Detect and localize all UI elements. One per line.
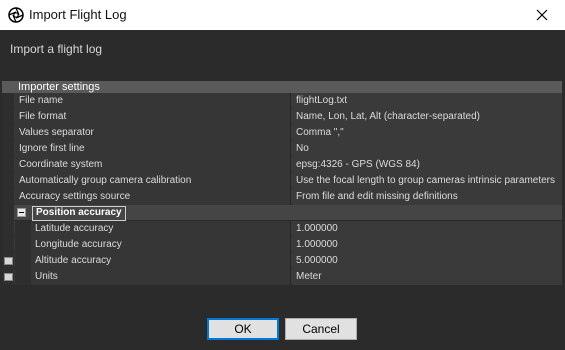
setting-name: Values separator [15, 125, 291, 141]
grid-header: Importer settings [2, 81, 562, 93]
setting-value[interactable]: No [292, 141, 562, 157]
window-title: Import Flight Log [29, 7, 127, 22]
setting-name: File name [15, 93, 291, 109]
setting-name: Longitude accuracy [31, 237, 291, 253]
setting-row-values-separator[interactable]: Values separator Comma "," [2, 125, 562, 141]
setting-row-accuracy-source[interactable]: Accuracy settings source From file and e… [2, 189, 562, 205]
aperture-app-icon [8, 7, 24, 23]
ok-button[interactable]: OK [207, 318, 279, 340]
setting-value[interactable]: Comma "," [292, 125, 562, 141]
group-row-position-accuracy[interactable]: Position accuracy [2, 205, 562, 221]
scroll-up-button[interactable] [4, 257, 13, 265]
setting-value[interactable]: Use the focal length to group cameras in… [292, 173, 562, 189]
setting-row-group-camera-calibration[interactable]: Automatically group camera calibration U… [2, 173, 562, 189]
cancel-button[interactable]: Cancel [285, 318, 357, 340]
group-label: Position accuracy [32, 206, 126, 221]
setting-value[interactable]: flightLog.txt [292, 93, 562, 109]
settings-grid: Importer settings File name flightLog.tx… [2, 81, 562, 285]
setting-row-units[interactable]: Units Meter [2, 269, 562, 285]
setting-value[interactable]: Meter [292, 269, 562, 285]
collapse-toggle[interactable] [17, 208, 26, 217]
setting-name: Units [31, 269, 291, 285]
setting-name: Accuracy settings source [15, 189, 291, 205]
setting-row-file-format[interactable]: File format Name, Lon, Lat, Alt (charact… [2, 109, 562, 125]
setting-name: Coordinate system [15, 157, 291, 173]
setting-value[interactable]: 1.000000 [292, 221, 562, 237]
close-icon [536, 9, 548, 21]
setting-row-file-name[interactable]: File name flightLog.txt [2, 93, 562, 109]
setting-row-ignore-first-line[interactable]: Ignore first line No [2, 141, 562, 157]
setting-name: File format [15, 109, 291, 125]
setting-name: Automatically group camera calibration [15, 173, 291, 189]
setting-row-longitude-accuracy[interactable]: Longitude accuracy 1.000000 [2, 237, 562, 253]
setting-row-altitude-accuracy[interactable]: Altitude accuracy 5.000000 [2, 253, 562, 269]
scroll-down-button[interactable] [4, 273, 13, 281]
setting-name: Latitude accuracy [31, 221, 291, 237]
setting-name: Ignore first line [15, 141, 291, 157]
setting-row-latitude-accuracy[interactable]: Latitude accuracy 1.000000 [2, 221, 562, 237]
dialog-subtitle: Import a flight log [10, 42, 103, 56]
close-button[interactable] [519, 0, 565, 30]
setting-value[interactable]: 5.000000 [292, 253, 562, 269]
setting-value[interactable]: From file and edit missing definitions [292, 189, 562, 205]
setting-name: Altitude accuracy [31, 253, 291, 269]
setting-value[interactable]: 1.000000 [292, 237, 562, 253]
setting-row-coordinate-system[interactable]: Coordinate system epsg:4326 - GPS (WGS 8… [2, 157, 562, 173]
title-bar: Import Flight Log [0, 0, 565, 30]
setting-value[interactable]: Name, Lon, Lat, Alt (character-separated… [292, 109, 562, 125]
setting-value[interactable]: epsg:4326 - GPS (WGS 84) [292, 157, 562, 173]
